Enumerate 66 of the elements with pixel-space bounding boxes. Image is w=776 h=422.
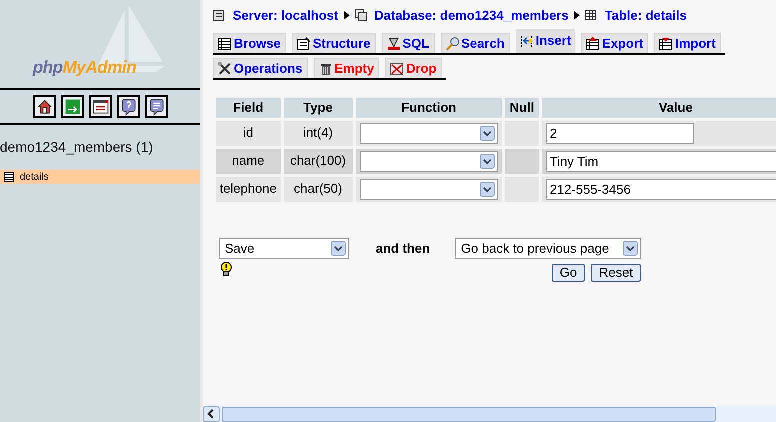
and-then-label: and then: [376, 240, 430, 258]
table-icon: [584, 9, 598, 22]
query-button[interactable]: [145, 95, 168, 118]
lightbulb-icon: [220, 262, 233, 277]
help-button[interactable]: [117, 95, 140, 118]
search-icon: [446, 36, 460, 50]
column-header: Value: [542, 98, 776, 118]
value-field[interactable]: 212-555-3456: [546, 179, 776, 200]
table-cell: id: [216, 121, 281, 146]
home-button[interactable]: [33, 95, 56, 118]
action-dropdown[interactable]: Save: [219, 238, 349, 259]
column-header: Null: [505, 98, 539, 118]
arrow-icon: [344, 11, 350, 20]
table-list-item[interactable]: details: [0, 170, 200, 184]
tab[interactable]: Search: [440, 33, 510, 53]
export-icon: [586, 36, 600, 50]
function-dropdown[interactable]: [360, 179, 498, 200]
function-dropdown[interactable]: [360, 123, 498, 144]
breadcrumb-link[interactable]: Database: demo1234_members: [374, 6, 569, 26]
tab[interactable]: Structure: [292, 33, 376, 53]
scroll-thumb[interactable]: [222, 407, 716, 422]
column-header: Type: [284, 98, 353, 118]
query-icon: [148, 98, 166, 116]
delete-icon: [390, 62, 404, 76]
trash-icon: [318, 62, 333, 76]
breadcrumb-link[interactable]: Table: details: [604, 6, 688, 26]
value-field[interactable]: Tiny Tim: [546, 151, 776, 172]
table-cell: char(50): [284, 177, 353, 202]
table-cell: char(100): [284, 149, 353, 174]
tab[interactable]: SQL: [382, 33, 434, 53]
tab[interactable]: Export: [581, 33, 648, 53]
home-icon: [36, 98, 54, 116]
arrow-icon: [574, 11, 580, 20]
database-icon: [354, 9, 368, 22]
tools-icon: [218, 62, 232, 76]
column-header: Function: [356, 98, 502, 118]
value-field[interactable]: 2: [546, 123, 694, 144]
reset-button[interactable]: Reset: [591, 264, 642, 282]
window-button[interactable]: [89, 95, 112, 118]
server-icon: [213, 9, 226, 22]
tab[interactable]: Operations: [213, 58, 308, 78]
table-cell: int(4): [284, 121, 353, 146]
sql-icon: [386, 36, 401, 50]
insert-icon: [520, 34, 534, 48]
tab[interactable]: Insert: [516, 29, 576, 53]
after-action-dropdown[interactable]: Go back to previous page: [455, 238, 642, 259]
help-icon: [120, 98, 138, 116]
scroll-left-icon: [203, 406, 220, 422]
logo: phpMyAdmin: [33, 56, 136, 78]
form-icon: [296, 36, 311, 50]
column-header: Field: [216, 98, 281, 118]
table-cell: telephone: [216, 177, 281, 202]
breadcrumb-link[interactable]: Server: localhost: [233, 6, 338, 26]
horizontal-scrollbar[interactable]: [203, 406, 776, 422]
exit-button[interactable]: [61, 95, 84, 118]
tab[interactable]: Browse: [213, 33, 286, 53]
import-icon: [659, 36, 674, 50]
table-icon: [4, 172, 14, 182]
go-button[interactable]: Go: [552, 264, 586, 282]
tab[interactable]: Import: [654, 33, 721, 53]
database-name[interactable]: demo1234_members (1): [0, 137, 200, 158]
exit-icon: [64, 98, 82, 116]
table-cell: name: [216, 149, 281, 174]
window-icon: [92, 98, 110, 116]
table-icon: [218, 36, 232, 50]
function-dropdown[interactable]: [360, 151, 498, 172]
